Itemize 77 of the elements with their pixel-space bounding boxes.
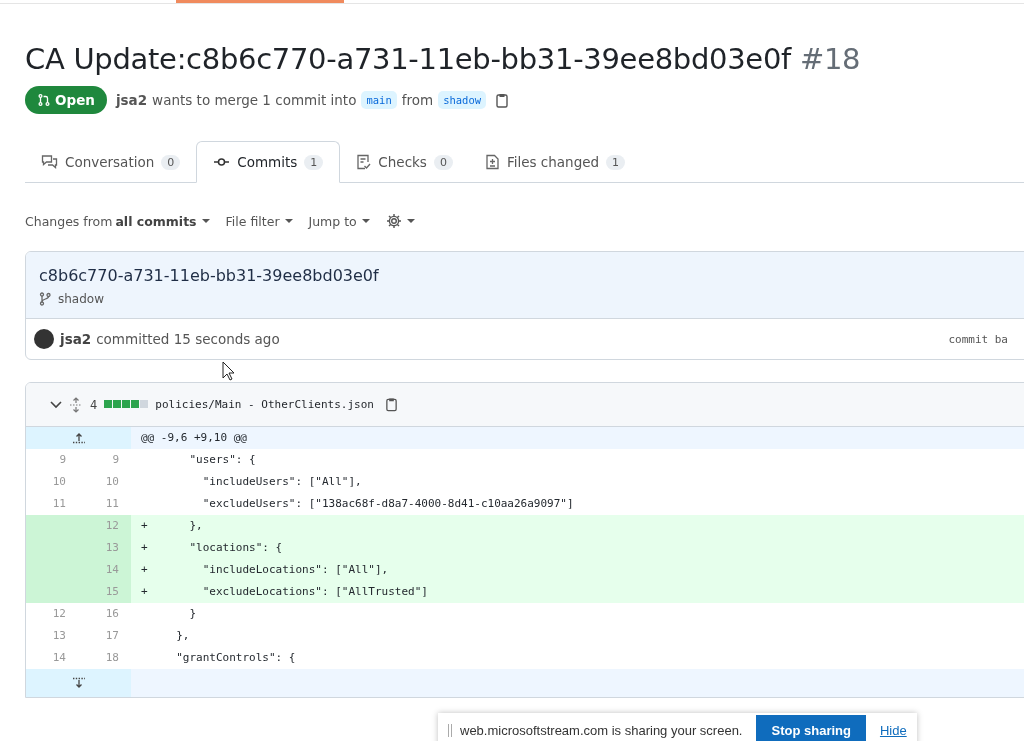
hide-link[interactable]: Hide — [879, 722, 907, 738]
from-text: from — [401, 92, 434, 108]
diff-sign: + — [141, 540, 149, 556]
commit-time: committed 15 seconds ago — [96, 331, 280, 347]
diff-sign: + — [141, 584, 149, 600]
copy-icon[interactable] — [384, 397, 398, 412]
expand-up-icon — [71, 432, 86, 444]
branch-name: shadow — [58, 292, 104, 306]
line-number: 13 — [78, 537, 131, 559]
tab[interactable]: Checks 0 — [340, 142, 469, 183]
tab-count: 0 — [433, 154, 453, 170]
code-line: "excludeUsers": ["138ac68f-d8a7-4000-8d41-c10aa26a9097"] — [201, 497, 574, 510]
line-number: 12 — [78, 515, 131, 537]
tab[interactable]: Files changed 1 — [468, 142, 642, 183]
line-number: 9 — [58, 452, 67, 468]
pr-title: CA Update:c8b6c770-a731-11eb-bb31-39ee8bd03e0f — [25, 42, 791, 76]
pr-number: #18 — [799, 42, 861, 76]
merge-text: wants to merge 1 commit into — [152, 92, 357, 108]
tab[interactable]: Commits 1 — [196, 141, 341, 183]
mouse-pointer-icon — [222, 361, 235, 381]
diffstat-icon — [104, 400, 149, 409]
line-number: 12 — [51, 606, 67, 622]
author-link[interactable]: jsa2 — [115, 92, 148, 108]
commit-author[interactable]: jsa2 — [60, 331, 92, 347]
line-number: 18 — [104, 650, 120, 666]
tab-count: 1 — [304, 154, 324, 170]
code-line: "includeLocations": ["All"], — [201, 563, 389, 576]
file-diff-icon — [484, 154, 500, 170]
code-line: }, — [175, 629, 190, 642]
code-line: "includeUsers": ["All"], — [201, 475, 362, 488]
branch-icon — [39, 292, 51, 306]
line-number: 10 — [51, 474, 67, 490]
line-number: 11 — [104, 496, 120, 512]
code-line: "grantControls": { — [175, 651, 296, 664]
line-number: 16 — [104, 606, 120, 622]
file-path[interactable]: policies/Main - OtherClients.json — [155, 398, 374, 411]
line-number: 11 — [51, 496, 67, 512]
changes-from-dropdown[interactable]: Changes from all commits — [25, 213, 210, 229]
jump-to-dropdown[interactable]: Jump to — [308, 213, 370, 229]
sharing-message: web.microsoftstream.com is sharing your screen. — [460, 722, 743, 738]
hunk-header: @@ -9,6 +9,10 @@ — [131, 427, 1024, 449]
code-line: "excludeLocations": ["AllTrusted"] — [201, 585, 428, 598]
copy-icon[interactable] — [495, 92, 510, 108]
line-number: 9 — [111, 452, 120, 468]
file-filter-dropdown[interactable]: File filter — [225, 213, 293, 229]
commit-title: c8b6c770-a731-11eb-bb31-39ee8bd03e0f — [39, 266, 380, 285]
checklist-icon — [356, 154, 372, 170]
line-number: 17 — [104, 628, 120, 644]
code-line: "locations": { — [188, 541, 283, 554]
tab[interactable]: Conversation 0 — [25, 142, 197, 183]
avatar — [34, 329, 54, 349]
diff-sign: + — [141, 518, 149, 534]
code-line: "users": { — [188, 453, 256, 466]
line-number: 14 — [51, 650, 67, 666]
tab-count: 0 — [161, 154, 181, 170]
stop-sharing-button[interactable]: Stop sharing — [756, 714, 866, 741]
line-number: 15 — [78, 581, 131, 603]
settings-icon — [385, 213, 402, 229]
commit-hash-label: commit ba — [948, 332, 1008, 346]
head-branch[interactable]: shadow — [438, 91, 487, 109]
chevron-down-icon[interactable] — [50, 400, 62, 409]
code-line: }, — [188, 519, 203, 532]
settings-dropdown[interactable] — [385, 213, 415, 229]
expand-down-icon — [71, 677, 86, 689]
comments-icon — [41, 154, 58, 170]
tab-count: 1 — [606, 154, 626, 170]
changes-count: 4 — [90, 397, 98, 412]
expand-icon[interactable] — [69, 396, 83, 413]
line-number: 13 — [51, 628, 67, 644]
line-number: 14 — [78, 559, 131, 581]
drag-handle-icon[interactable] — [448, 723, 452, 737]
diff-sign: + — [141, 562, 149, 578]
code-line: } — [188, 607, 197, 620]
line-number: 10 — [104, 474, 120, 490]
open-state-badge: Open — [25, 86, 107, 114]
pull-request-icon — [37, 93, 51, 107]
base-branch[interactable]: main — [361, 91, 397, 109]
